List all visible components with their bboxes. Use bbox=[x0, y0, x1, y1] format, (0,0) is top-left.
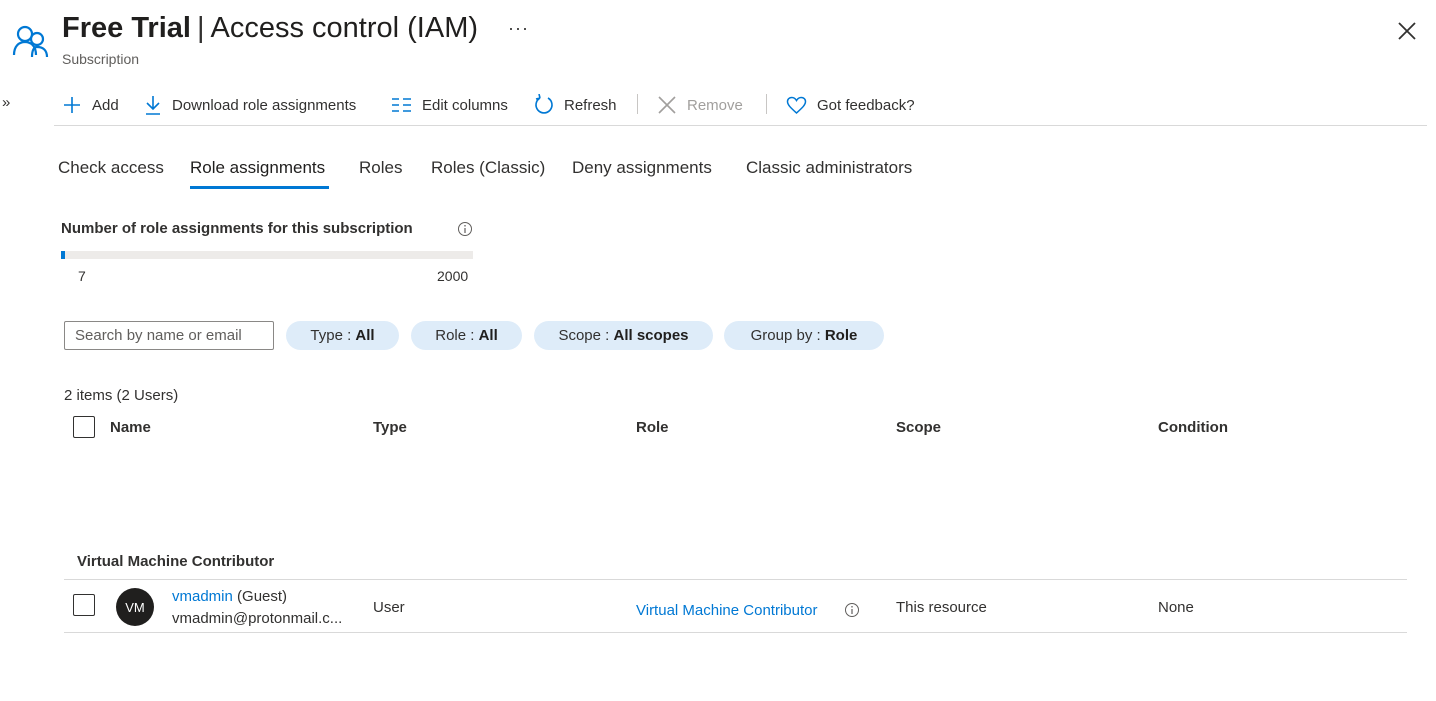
users-icon bbox=[12, 25, 49, 58]
items-count: 2 items (2 Users) bbox=[64, 387, 179, 404]
tab-deny-assignments[interactable]: Deny assignments bbox=[572, 158, 712, 186]
user-email: vmadmin@protonmail.c... bbox=[172, 610, 343, 627]
scope-filter-pill[interactable]: Scope : All scopes bbox=[534, 321, 713, 350]
user-name-suffix: (Guest) bbox=[237, 588, 288, 605]
edit-columns-label: Edit columns bbox=[422, 96, 508, 114]
tab-roles[interactable]: Roles bbox=[359, 158, 402, 186]
column-header-type[interactable]: Type bbox=[373, 419, 407, 436]
title-separator: | bbox=[196, 12, 205, 44]
tab-role-assignments[interactable]: Role assignments bbox=[190, 158, 325, 186]
assignment-count-current: 7 bbox=[78, 268, 86, 284]
remove-icon bbox=[658, 96, 676, 114]
groupby-filter-pill[interactable]: Group by : Role bbox=[724, 321, 884, 350]
condition-cell: None bbox=[1158, 599, 1194, 616]
groupby-filter-label: Group by : bbox=[750, 327, 821, 344]
avatar: VM bbox=[116, 588, 154, 626]
page-title: Free Trial | Access control (IAM) bbox=[62, 12, 478, 45]
assignment-count-max: 2000 bbox=[437, 268, 469, 284]
role-filter-value: All bbox=[478, 327, 498, 344]
refresh-label: Refresh bbox=[564, 96, 617, 114]
row-divider bbox=[64, 579, 1407, 580]
tab-check-access[interactable]: Check access bbox=[58, 158, 164, 186]
plus-icon bbox=[64, 97, 80, 113]
page-subtitle: Subscription bbox=[62, 51, 140, 67]
role-link[interactable]: Virtual Machine Contributor bbox=[636, 602, 817, 619]
close-icon[interactable] bbox=[1396, 20, 1418, 42]
toolbar-divider bbox=[766, 94, 767, 114]
group-header: Virtual Machine Contributor bbox=[77, 553, 275, 570]
edit-columns-button[interactable]: Edit columns bbox=[391, 86, 508, 124]
tab-roles-classic[interactable]: Roles (Classic) bbox=[431, 158, 545, 186]
command-bar: Add Download role assignments Edit colum… bbox=[54, 86, 1427, 126]
search-input[interactable] bbox=[64, 321, 274, 350]
download-icon bbox=[146, 96, 160, 115]
refresh-button[interactable]: Refresh bbox=[534, 86, 617, 124]
assignment-count-bar bbox=[61, 251, 473, 259]
download-role-assignments-button[interactable]: Download role assignments bbox=[144, 86, 356, 124]
type-filter-value: All bbox=[355, 327, 375, 344]
type-cell: User bbox=[373, 599, 405, 616]
active-tab-indicator bbox=[190, 186, 329, 189]
column-header-scope[interactable]: Scope bbox=[896, 419, 941, 436]
select-all-checkbox[interactable] bbox=[73, 416, 95, 438]
role-filter-pill[interactable]: Role : All bbox=[411, 321, 522, 350]
remove-button[interactable]: Remove bbox=[657, 86, 743, 124]
user-name-link[interactable]: vmadmin bbox=[172, 588, 233, 605]
refresh-icon bbox=[535, 94, 553, 114]
got-feedback-button[interactable]: Got feedback? bbox=[786, 86, 915, 124]
tab-classic-administrators[interactable]: Classic administrators bbox=[746, 158, 912, 186]
row-checkbox[interactable] bbox=[73, 594, 95, 616]
scope-cell: This resource bbox=[896, 599, 987, 616]
feedback-label: Got feedback? bbox=[817, 96, 915, 114]
more-options-button[interactable]: ··· bbox=[508, 18, 529, 39]
toolbar-divider bbox=[637, 94, 638, 114]
title-blade: Access control (IAM) bbox=[210, 12, 479, 44]
download-label: Download role assignments bbox=[172, 96, 357, 114]
assignment-count-fill bbox=[61, 251, 66, 259]
scope-filter-value: All scopes bbox=[613, 327, 689, 344]
title-resource: Free Trial bbox=[62, 12, 191, 44]
column-header-role[interactable]: Role bbox=[636, 419, 669, 436]
type-filter-label: Type : bbox=[310, 327, 352, 344]
role-filter-label: Role : bbox=[435, 327, 475, 344]
assignment-count-title: Number of role assignments for this subs… bbox=[61, 220, 413, 237]
remove-label: Remove bbox=[687, 96, 743, 114]
role-info-icon[interactable] bbox=[844, 602, 860, 618]
column-header-name[interactable]: Name bbox=[110, 419, 151, 436]
row-divider bbox=[64, 632, 1407, 633]
column-header-condition[interactable]: Condition bbox=[1158, 419, 1228, 436]
scope-filter-label: Scope : bbox=[558, 327, 610, 344]
heart-icon bbox=[786, 96, 807, 114]
groupby-filter-value: Role bbox=[824, 327, 858, 344]
edit-columns-icon bbox=[392, 98, 411, 112]
user-name-cell: vmadmin (Guest) bbox=[172, 588, 287, 605]
add-label: Add bbox=[92, 96, 119, 114]
info-icon[interactable] bbox=[457, 221, 473, 237]
type-filter-pill[interactable]: Type : All bbox=[286, 321, 399, 350]
expand-menu-button[interactable]: » bbox=[2, 94, 10, 111]
add-button[interactable]: Add bbox=[62, 86, 119, 124]
